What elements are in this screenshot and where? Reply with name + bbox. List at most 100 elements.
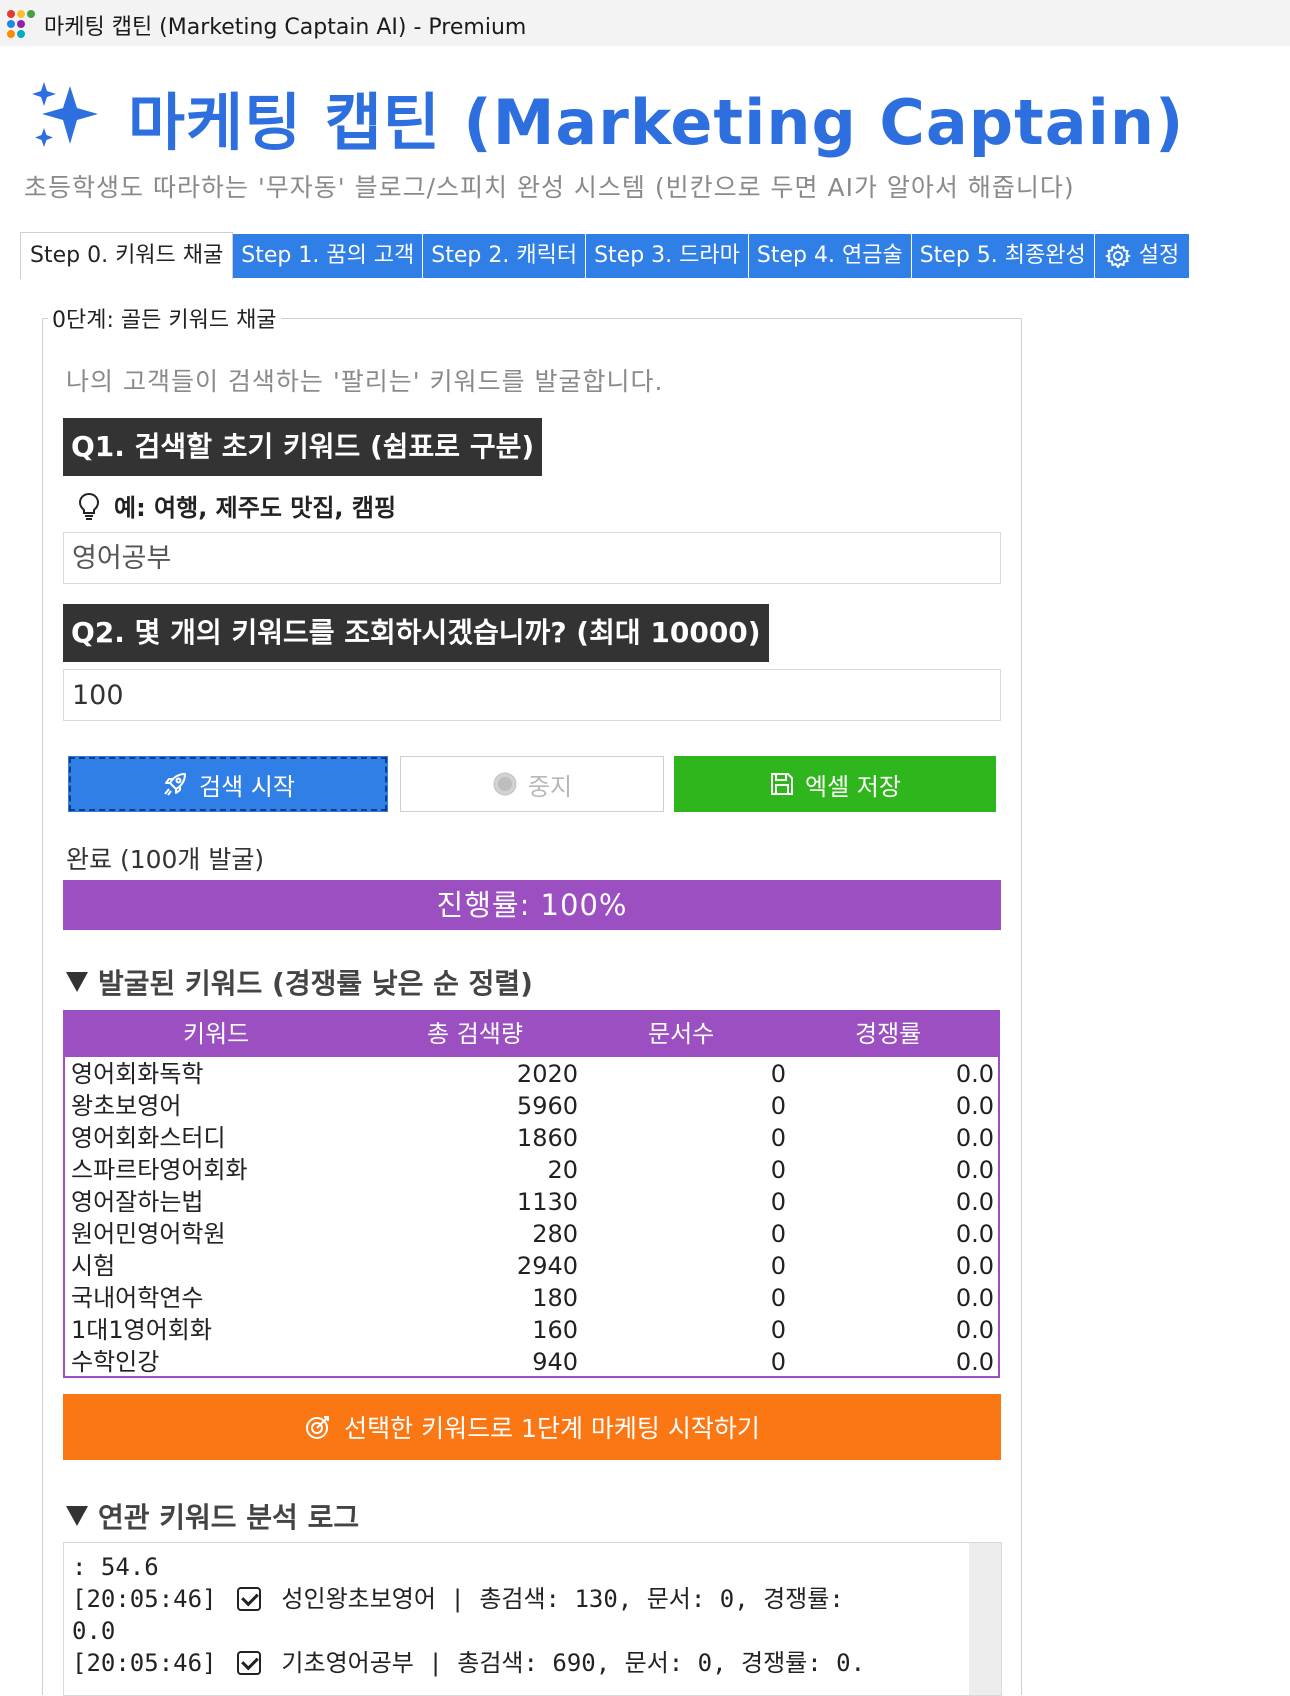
tab-step-0[interactable]: Step 0. 키워드 채굴	[20, 232, 234, 279]
q1-hint: 예: 여행, 제주도 맛집, 캠핑	[76, 488, 396, 523]
cell-docs: 0	[770, 1156, 786, 1184]
cell-docs: 0	[770, 1284, 786, 1312]
log-section-header[interactable]: 연관 키워드 분석 로그	[66, 1496, 359, 1536]
log-line: [20:05:46] 성인왕초보영어 | 총검색: 130, 문서: 0, 경쟁…	[72, 1583, 865, 1615]
tab-step-2[interactable]: Step 2. 캐릭터	[423, 234, 587, 278]
cell-competition: 0.0	[955, 1348, 994, 1376]
tab-step-4[interactable]: Step 4. 연금술	[748, 234, 912, 278]
tab-label: Step 4. 연금술	[756, 243, 903, 268]
cell-keyword: 국내어학연수	[71, 1284, 204, 1312]
table-row[interactable]: 영어잘하는법 1130 0 0.0	[65, 1186, 998, 1218]
cell-keyword: 스파르타영어회화	[71, 1156, 248, 1184]
cell-keyword: 1대1영어회화	[71, 1316, 212, 1344]
cell-docs: 0	[770, 1188, 786, 1216]
col-header-competition[interactable]: 경쟁률	[855, 1012, 921, 1057]
tab-step-3[interactable]: Step 3. 드라마	[586, 234, 749, 278]
analysis-log[interactable]: : 54.6 [20:05:46] 성인왕초보영어 | 총검색: 130, 문서:…	[63, 1542, 1002, 1696]
table-row[interactable]: 1대1영어회화 160 0 0.0	[65, 1314, 998, 1346]
lightbulb-icon	[78, 492, 100, 520]
search-start-button[interactable]: 검색 시작	[68, 756, 388, 812]
results-section-header[interactable]: 발굴된 키워드 (경쟁률 낮은 순 정렬)	[66, 962, 533, 1002]
start-step1-button[interactable]: 선택한 키워드로 1단계 마케팅 시작하기	[63, 1394, 1001, 1460]
tab-settings[interactable]: 설정	[1094, 234, 1191, 278]
table-row[interactable]: 시험 2940 0 0.0	[65, 1250, 998, 1282]
q1-hint-text: 예: 여행, 제주도 맛집, 캠핑	[114, 494, 397, 522]
cell-docs: 0	[770, 1124, 786, 1152]
log-title: 연관 키워드 분석 로그	[98, 1501, 360, 1534]
excel-save-button[interactable]: 엑셀 저장	[674, 756, 996, 812]
stop-button[interactable]: 중지	[400, 756, 664, 812]
app-logo-icon	[4, 7, 35, 38]
sparkle-icon	[32, 82, 98, 147]
panel-title: 0단계: 골든 키워드 채굴	[48, 302, 281, 334]
tab-step-5[interactable]: Step 5. 최종완성	[911, 234, 1095, 278]
cell-keyword: 수학인강	[71, 1348, 160, 1376]
seed-keyword-input[interactable]: 영어공부	[63, 532, 1001, 584]
col-header-keyword[interactable]: 키워드	[183, 1012, 249, 1057]
table-row[interactable]: 원어민영어학원 280 0 0.0	[65, 1218, 998, 1250]
table-row[interactable]: 스파르타영어회화 20 0 0.0	[65, 1154, 998, 1186]
log-time: [20:05:46]	[72, 1585, 217, 1613]
save-disk-icon	[771, 773, 794, 795]
cell-competition: 0.0	[955, 1092, 994, 1120]
collapse-triangle-icon	[66, 1506, 88, 1526]
stop-icon	[493, 772, 517, 796]
checkbox-icon	[236, 1587, 261, 1611]
step0-panel	[42, 318, 1022, 1695]
log-text: 0.0	[72, 1617, 116, 1645]
log-line: [20:05:46] 기초영어공부 | 총검색: 690, 문서: 0, 경쟁률…	[72, 1647, 865, 1679]
tab-label: 설정	[1138, 243, 1180, 268]
window-title: 마케팅 캡틴 (Marketing Captain AI) - Premium	[44, 15, 527, 40]
col-header-docs[interactable]: 문서수	[648, 1012, 714, 1057]
table-row[interactable]: 수학인강 940 0 0.0	[65, 1346, 998, 1378]
search-button-label: 검색 시작	[199, 772, 295, 801]
cell-docs: 0	[770, 1316, 786, 1344]
cell-keyword: 왕초보영어	[71, 1092, 182, 1120]
cell-competition: 0.0	[955, 1124, 994, 1152]
tab-step-1[interactable]: Step 1. 꿈의 고객	[233, 234, 424, 278]
table-body: 영어회화독학 2020 0 0.0 왕초보영어 5960 0 0.0 영어회화스터디 1860…	[65, 1058, 998, 1378]
tab-label: Step 0. 키워드 채굴	[30, 243, 224, 268]
cell-keyword: 영어잘하는법	[71, 1188, 204, 1216]
cell-competition: 0.0	[955, 1316, 994, 1344]
stop-button-label: 중지	[527, 772, 573, 801]
cell-volume: 2020	[516, 1060, 578, 1088]
table-row[interactable]: 영어회화스터디 1860 0 0.0	[65, 1122, 998, 1154]
cell-keyword: 원어민영어학원	[71, 1220, 226, 1248]
table-row[interactable]: 국내어학연수 180 0 0.0	[65, 1282, 998, 1314]
cell-competition: 0.0	[955, 1284, 994, 1312]
window-titlebar: 마케팅 캡틴 (Marketing Captain AI) - Premium	[0, 0, 1290, 46]
cell-volume: 180	[532, 1284, 578, 1312]
keyword-count-input[interactable]: 100	[63, 669, 1001, 721]
cell-docs: 0	[770, 1060, 786, 1088]
status-text: 완료 (100개 발굴)	[66, 845, 265, 874]
table-header: 키워드 총 검색량 문서수 경쟁률	[65, 1012, 998, 1057]
cell-volume: 1860	[516, 1124, 578, 1152]
cell-competition: 0.0	[955, 1220, 994, 1248]
page-title: 마케팅 캡틴 (Marketing Captain)	[128, 86, 1185, 159]
log-scrollbar[interactable]	[969, 1543, 1001, 1695]
log-lines: : 54.6 [20:05:46] 성인왕초보영어 | 총검색: 130, 문서:…	[72, 1551, 865, 1679]
q2-label: Q2. 몇 개의 키워드를 조회하시겠습니까? (최대 10000)	[63, 604, 769, 662]
cell-docs: 0	[770, 1092, 786, 1120]
col-header-volume[interactable]: 총 검색량	[427, 1012, 523, 1057]
cell-competition: 0.0	[955, 1188, 994, 1216]
collapse-triangle-icon	[66, 972, 88, 992]
excel-button-label: 엑셀 저장	[805, 772, 901, 801]
log-line: 0.0	[72, 1615, 865, 1647]
progress-bar: 진행률: 100%	[63, 880, 1001, 930]
q1-label: Q1. 검색할 초기 키워드 (쉼표로 구분)	[63, 418, 543, 476]
log-text: 기초영어공부 | 총검색: 690, 문서: 0, 경쟁률: 0.	[281, 1649, 866, 1677]
tab-label: Step 3. 드라마	[594, 243, 740, 268]
cell-keyword: 영어회화독학	[71, 1060, 204, 1088]
cell-keyword: 시험	[71, 1252, 116, 1280]
cell-volume: 940	[532, 1348, 578, 1376]
cell-competition: 0.0	[955, 1060, 994, 1088]
results-title: 발굴된 키워드 (경쟁률 낮은 순 정렬)	[98, 967, 533, 1000]
cell-volume: 5960	[516, 1092, 578, 1120]
gear-icon	[1104, 243, 1131, 269]
table-row[interactable]: 영어회화독학 2020 0 0.0	[65, 1058, 998, 1090]
table-row[interactable]: 왕초보영어 5960 0 0.0	[65, 1090, 998, 1122]
panel-description: 나의 고객들이 검색하는 '팔리는' 키워드를 발굴합니다.	[66, 367, 664, 396]
checkbox-icon	[236, 1651, 261, 1675]
